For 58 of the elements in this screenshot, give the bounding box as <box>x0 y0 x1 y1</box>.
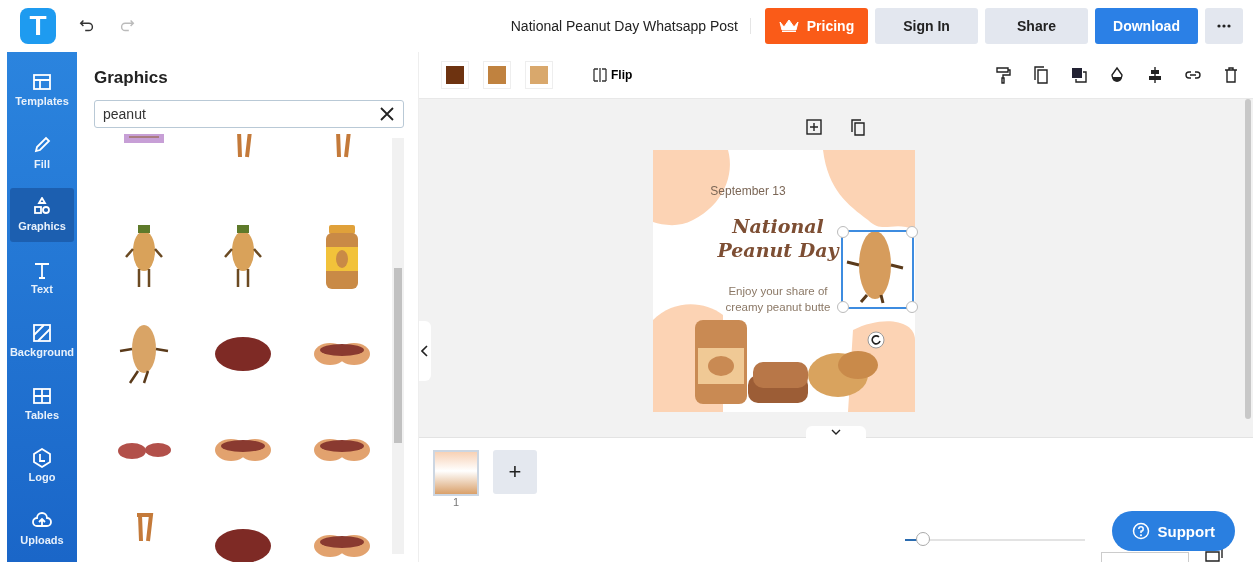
layers-icon[interactable] <box>1071 66 1087 84</box>
header-button[interactable]: Sign In <box>875 8 978 44</box>
design-date-text[interactable]: September 13 <box>703 184 793 198</box>
clear-icon[interactable] <box>380 107 394 121</box>
sidebar-item[interactable]: Uploads <box>10 501 74 556</box>
sidebar-item[interactable]: Text <box>10 250 74 305</box>
download-button[interactable]: Download <box>1095 8 1198 44</box>
design-body-text[interactable]: creamy peanut butte <box>725 299 831 315</box>
flip-icon <box>593 68 607 82</box>
color-swatch[interactable] <box>525 61 553 89</box>
rotate-icon[interactable] <box>867 331 885 349</box>
canvas-scrollbar[interactable] <box>1245 99 1251 419</box>
design-heading-text[interactable]: National <box>732 214 824 238</box>
scrollbar[interactable] <box>392 138 404 554</box>
search-field[interactable]: peanut <box>94 100 404 128</box>
crown-icon <box>778 19 799 33</box>
zoom-slider-thumb[interactable] <box>916 532 930 546</box>
sidebar-item[interactable]: Tables <box>10 375 74 431</box>
opacity-icon[interactable] <box>1109 66 1125 84</box>
flip-button[interactable]: Flip <box>593 68 633 82</box>
grid-icon <box>32 385 52 406</box>
add-page-icon[interactable] <box>806 119 822 135</box>
sidebar-item[interactable]: Background <box>10 313 74 368</box>
sidebar-item[interactable]: Logo <box>10 438 74 494</box>
color-swatch[interactable] <box>441 61 469 89</box>
header-button[interactable]: Share <box>985 8 1088 44</box>
design-body-text[interactable]: Enjoy your share of <box>728 283 828 299</box>
chevron-down-icon <box>831 429 841 435</box>
duplicate-page-icon[interactable] <box>850 119 866 136</box>
trash-icon[interactable] <box>1223 66 1239 84</box>
hatched-square-icon <box>32 322 52 343</box>
sidebar-item[interactable]: Templates <box>10 62 74 117</box>
expand-pages-button[interactable] <box>806 426 866 438</box>
app-logo[interactable]: T <box>20 8 56 44</box>
copy-icon[interactable] <box>1033 66 1049 84</box>
sidebar-item[interactable]: Graphics <box>10 187 74 243</box>
page-thumbnail[interactable] <box>433 450 479 496</box>
help-icon <box>1131 522 1150 540</box>
paint-roller-icon[interactable] <box>995 66 1011 84</box>
add-page-button[interactable]: + <box>493 450 537 494</box>
document-title: National Peanut Day Whatsapp Post <box>510 18 751 34</box>
align-icon[interactable] <box>1147 66 1163 84</box>
hexagon-l-icon <box>32 448 52 469</box>
sidebar-item[interactable]: Fill <box>10 124 74 180</box>
letter-t-icon <box>32 260 52 281</box>
pencil-icon <box>32 134 52 155</box>
more-icon <box>1217 24 1231 28</box>
zoom-field[interactable] <box>1101 552 1189 562</box>
color-swatch[interactable] <box>483 61 511 89</box>
pricing-button[interactable]: Pricing <box>765 8 868 44</box>
chevron-left-icon <box>421 345 429 357</box>
support-button[interactable]: Support <box>1111 511 1235 551</box>
panel-title: Graphics <box>94 68 169 88</box>
layout-icon <box>32 71 52 92</box>
page-number: 1 <box>452 496 460 508</box>
collapse-panel-button[interactable] <box>419 321 431 381</box>
pages-view-icon[interactable] <box>1205 548 1223 562</box>
design-heading-text[interactable]: Peanut Day <box>717 238 839 262</box>
